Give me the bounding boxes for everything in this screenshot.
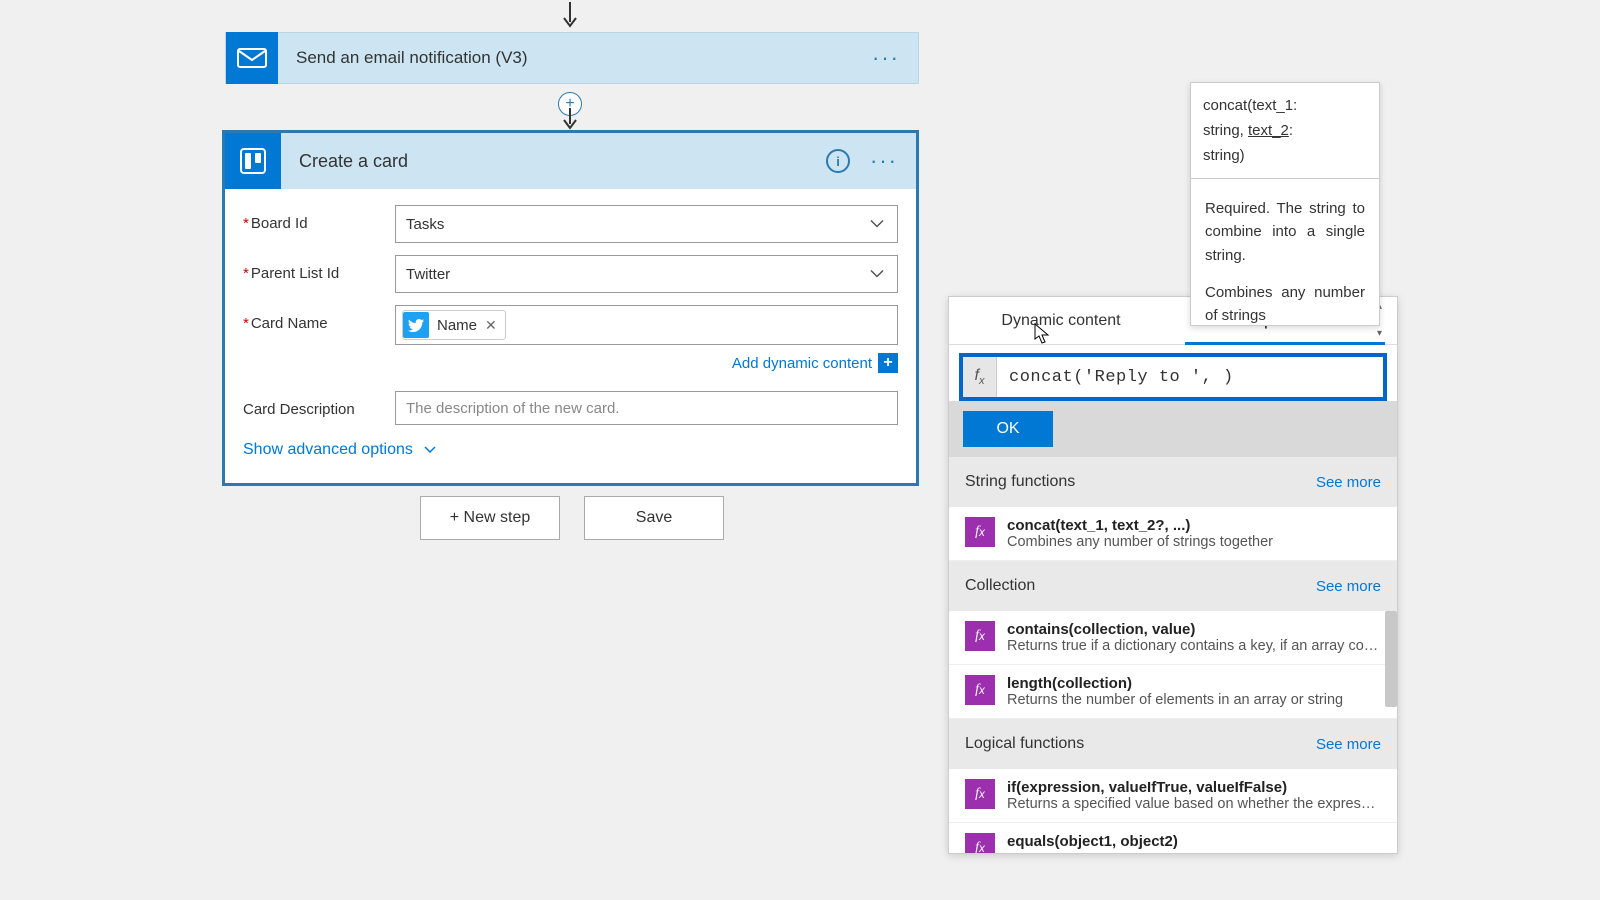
tooltip-required-desc: Required. The string to combine into a s… (1191, 179, 1379, 277)
chevron-down-icon (869, 266, 885, 283)
flow-arrow-mid (562, 108, 578, 132)
trello-icon (225, 133, 281, 189)
show-advanced-label: Show advanced options (243, 441, 413, 459)
create-card-title: Create a card (281, 151, 826, 172)
card-description-row: Card Description The description of the … (243, 391, 898, 425)
fx-icon: fx (965, 779, 995, 809)
func-desc: Returns true if a dictionary contains a … (1007, 638, 1381, 654)
parent-list-value: Twitter (406, 266, 450, 283)
fx-icon: fx (965, 621, 995, 651)
section-string-label: String functions (965, 473, 1075, 491)
name-token[interactable]: Name ✕ (402, 310, 506, 340)
expression-input-container: fx concat('Reply to ', ) (959, 353, 1387, 401)
func-concat[interactable]: fx concat(text_1, text_2?, ...) Combines… (949, 507, 1397, 561)
func-length[interactable]: fx length(collection) Returns the number… (949, 665, 1397, 719)
tooltip-signature: concat(text_1: string, text_2: string) (1191, 83, 1379, 179)
fx-icon: fx (963, 357, 997, 397)
func-sig: length(collection) (1007, 675, 1381, 692)
signature-tooltip: concat(text_1: string, text_2: string) R… (1190, 82, 1380, 326)
func-sig: if(expression, valueIfTrue, valueIfFalse… (1007, 779, 1381, 796)
save-button[interactable]: Save (584, 496, 724, 540)
fx-icon: fx (965, 833, 995, 853)
ok-row: OK (949, 401, 1397, 457)
add-dynamic-content-link[interactable]: Add dynamic content (732, 355, 872, 372)
twitter-icon (403, 312, 429, 338)
ok-button[interactable]: OK (963, 411, 1053, 447)
board-id-label: *Board Id (243, 205, 395, 232)
section-logical-label: Logical functions (965, 735, 1084, 753)
create-card-menu-icon[interactable]: ··· (870, 148, 916, 174)
parent-list-select[interactable]: Twitter (395, 255, 898, 293)
func-sig: concat(text_1, text_2?, ...) (1007, 517, 1381, 534)
tab-dynamic-content[interactable]: Dynamic content (949, 297, 1173, 344)
tooltip-summary: Combines any number of strings (1191, 277, 1379, 325)
board-id-row: *Board Id Tasks (243, 205, 898, 243)
card-description-placeholder: The description of the new card. (406, 400, 619, 417)
mouse-cursor (1034, 323, 1052, 345)
card-name-row: *Card Name Name ✕ (243, 305, 898, 345)
show-advanced-options[interactable]: Show advanced options (243, 441, 898, 459)
card-name-input[interactable]: Name ✕ (395, 305, 898, 345)
card-description-input[interactable]: The description of the new card. (395, 391, 898, 425)
fx-icon: fx (965, 675, 995, 705)
func-sig: equals(object1, object2) (1007, 833, 1381, 850)
new-step-button[interactable]: + New step (420, 496, 560, 540)
func-if[interactable]: fx if(expression, valueIfTrue, valueIfFa… (949, 769, 1397, 823)
board-id-select[interactable]: Tasks (395, 205, 898, 243)
func-desc: Combines any number of strings together (1007, 534, 1381, 550)
create-card-header[interactable]: Create a card i ··· (225, 133, 916, 189)
scrollbar-thumb[interactable] (1385, 611, 1397, 707)
expression-function-list: String functions See more fx concat(text… (949, 457, 1397, 853)
email-notification-card[interactable]: Send an email notification (V3) ··· (225, 32, 919, 84)
card-name-label: *Card Name (243, 305, 395, 332)
remove-token-icon[interactable]: ✕ (485, 317, 497, 334)
parent-list-label: *Parent List Id (243, 255, 395, 282)
section-logical: Logical functions See more (949, 719, 1397, 769)
flow-arrow-top (562, 2, 578, 30)
parent-list-row: *Parent List Id Twitter (243, 255, 898, 293)
card-description-label: Card Description (243, 391, 395, 418)
section-collection-label: Collection (965, 577, 1035, 595)
section-string-functions: String functions See more (949, 457, 1397, 507)
func-desc: Returns a specified value based on wheth… (1007, 796, 1381, 812)
see-more-collection[interactable]: See more (1316, 578, 1381, 595)
info-icon[interactable]: i (826, 149, 850, 173)
email-card-menu-icon[interactable]: ··· (872, 45, 918, 71)
flow-footer-buttons: + New step Save (420, 496, 724, 540)
add-dynamic-content-button[interactable]: + (878, 353, 898, 373)
token-label: Name (437, 317, 477, 334)
see-more-string[interactable]: See more (1316, 474, 1381, 491)
expression-panel: Dynamic content Expression ▴▾ fx concat(… (948, 296, 1398, 854)
section-collection: Collection See more (949, 561, 1397, 611)
chevron-down-icon (869, 216, 885, 233)
func-desc: Returns the number of elements in an arr… (1007, 692, 1381, 708)
email-card-title: Send an email notification (V3) (278, 48, 872, 68)
func-contains[interactable]: fx contains(collection, value) Returns t… (949, 611, 1397, 665)
add-dynamic-content-row: Add dynamic content + (243, 353, 898, 373)
see-more-logical[interactable]: See more (1316, 736, 1381, 753)
chevron-down-icon (423, 441, 437, 459)
fx-icon: fx (965, 517, 995, 547)
func-sig: contains(collection, value) (1007, 621, 1381, 638)
func-equals[interactable]: fx equals(object1, object2) (949, 823, 1397, 853)
create-card-body: *Board Id Tasks *Parent List Id Twitter … (225, 189, 916, 483)
create-card-action: Create a card i ··· *Board Id Tasks *Par… (222, 130, 919, 486)
board-id-value: Tasks (406, 216, 444, 233)
mail-icon (226, 32, 278, 84)
expression-input[interactable]: concat('Reply to ', ) (997, 368, 1383, 387)
